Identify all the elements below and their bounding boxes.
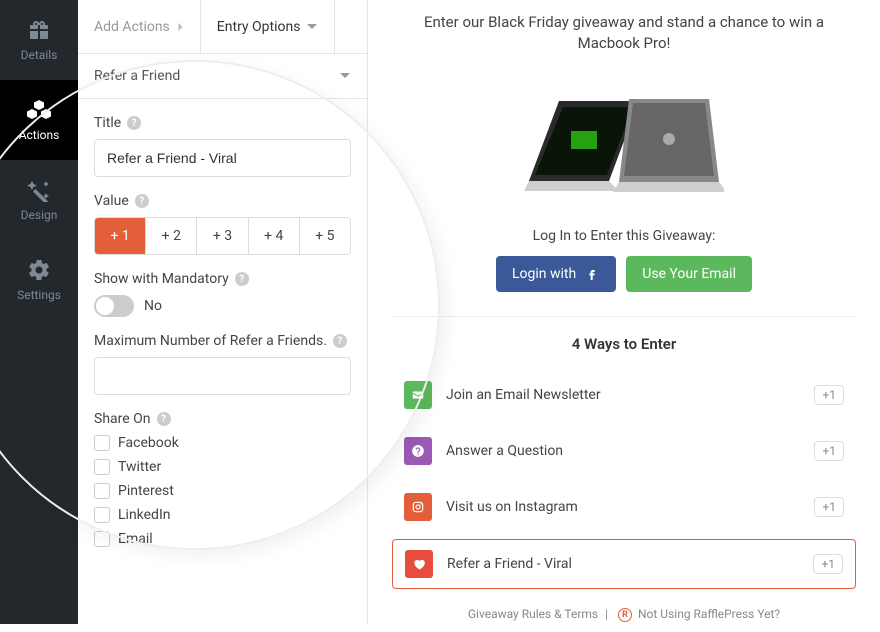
entry-label: Answer a Question (446, 443, 814, 459)
share-option-label: LinkedIn (118, 507, 171, 523)
mandatory-toggle[interactable] (94, 295, 134, 317)
sidebar-label: Details (21, 48, 58, 62)
gear-icon (27, 258, 51, 282)
help-icon[interactable]: ? (333, 334, 347, 348)
share-pinterest[interactable]: Pinterest (94, 483, 351, 499)
tab-entry-options[interactable]: Entry Options (200, 0, 336, 53)
share-linkedin[interactable]: LinkedIn (94, 507, 351, 523)
ways-to-enter-title: 4 Ways to Enter (392, 317, 856, 371)
preview-panel: Enter our Black Friday giveaway and stan… (368, 0, 880, 624)
help-icon[interactable]: ? (235, 272, 249, 286)
chevron-down-icon (339, 70, 351, 82)
macbook-icon (524, 76, 724, 206)
button-label: Login with (512, 266, 576, 282)
tab-add-actions[interactable]: Add Actions (78, 0, 200, 53)
entry-instagram[interactable]: Visit us on Instagram +1 (392, 483, 856, 531)
max-refer-input[interactable] (94, 357, 351, 395)
tab-label: Add Actions (94, 19, 170, 35)
value-option-3[interactable]: + 3 (197, 218, 248, 254)
sidebar-label: Settings (17, 288, 61, 302)
chevron-right-icon (176, 22, 184, 32)
sidebar-item-design[interactable]: Design (0, 160, 78, 240)
entry-badge: +1 (814, 497, 844, 517)
max-refer-label: Maximum Number of Refer a Friends. (94, 333, 327, 349)
use-email-button[interactable]: Use Your Email (626, 256, 752, 292)
share-twitter[interactable]: Twitter (94, 459, 351, 475)
rules-link[interactable]: Giveaway Rules & Terms (468, 607, 598, 621)
entry-label: Refer a Friend - Viral (447, 556, 813, 572)
login-prompt: Log In to Enter this Giveaway: (392, 228, 856, 244)
title-label: Title (94, 115, 121, 131)
sidebar-label: Design (21, 208, 58, 222)
instagram-icon (404, 493, 432, 521)
envelope-icon (404, 381, 432, 409)
help-icon[interactable]: ? (127, 116, 141, 130)
share-option-label: Pinterest (118, 483, 174, 499)
cubes-icon (27, 98, 51, 122)
mandatory-label: Show with Mandatory (94, 271, 229, 287)
share-facebook[interactable]: Facebook (94, 435, 351, 451)
value-label: Value (94, 193, 129, 209)
product-image (392, 54, 856, 228)
sidebar-item-details[interactable]: Details (0, 0, 78, 80)
entry-badge: +1 (814, 385, 844, 405)
sidebar-item-settings[interactable]: Settings (0, 240, 78, 320)
giveaway-headline: Enter our Black Friday giveaway and stan… (392, 0, 856, 54)
rafflepress-icon: R (618, 608, 632, 622)
entry-newsletter[interactable]: Join an Email Newsletter +1 (392, 371, 856, 419)
not-using-link[interactable]: Not Using RafflePress Yet? (638, 607, 780, 621)
value-selector: + 1 + 2 + 3 + 4 + 5 (94, 217, 351, 255)
button-label: Use Your Email (642, 266, 736, 282)
sidebar-label: Actions (19, 128, 60, 142)
entry-label: Visit us on Instagram (446, 499, 814, 515)
help-icon[interactable]: ? (157, 412, 171, 426)
sidebar: Details Actions Design Settings (0, 0, 78, 624)
accordion-refer-friend[interactable]: Refer a Friend (78, 54, 367, 99)
magic-icon (27, 178, 51, 202)
title-input[interactable] (94, 139, 351, 177)
chevron-down-icon (306, 21, 318, 33)
share-option-label: Twitter (118, 459, 161, 475)
value-option-2[interactable]: + 2 (146, 218, 197, 254)
share-on-label: Share On (94, 411, 151, 427)
share-option-label: Facebook (118, 435, 179, 451)
config-panel: Add Actions Entry Options Refer a Friend… (78, 0, 368, 624)
config-tabs: Add Actions Entry Options (78, 0, 367, 54)
share-on-list: Facebook Twitter Pinterest LinkedIn Emai… (94, 435, 351, 547)
accordion-title: Refer a Friend (94, 68, 180, 84)
entry-refer-friend[interactable]: Refer a Friend - Viral +1 (392, 539, 856, 589)
share-email[interactable]: Email (94, 531, 351, 547)
value-option-1[interactable]: + 1 (95, 218, 146, 254)
entry-badge: +1 (814, 441, 844, 461)
question-icon (404, 437, 432, 465)
value-option-5[interactable]: + 5 (300, 218, 350, 254)
sidebar-item-actions[interactable]: Actions (0, 80, 78, 160)
share-option-label: Email (118, 531, 153, 547)
entry-badge: +1 (813, 554, 843, 574)
entry-label: Join an Email Newsletter (446, 387, 814, 403)
mandatory-value: No (144, 298, 162, 314)
entry-options-form: Title ? Value ? + 1 + 2 + 3 + 4 + 5 (78, 99, 367, 624)
tab-label: Entry Options (217, 19, 301, 35)
value-option-4[interactable]: + 4 (249, 218, 300, 254)
entry-question[interactable]: Answer a Question +1 (392, 427, 856, 475)
preview-footer: Giveaway Rules & Terms | R Not Using Raf… (392, 589, 856, 632)
login-facebook-button[interactable]: Login with (496, 256, 616, 292)
gift-icon (27, 18, 51, 42)
entry-list: Join an Email Newsletter +1 Answer a Que… (392, 371, 856, 589)
heart-icon (405, 550, 433, 578)
facebook-icon (584, 266, 600, 282)
help-icon[interactable]: ? (135, 194, 149, 208)
